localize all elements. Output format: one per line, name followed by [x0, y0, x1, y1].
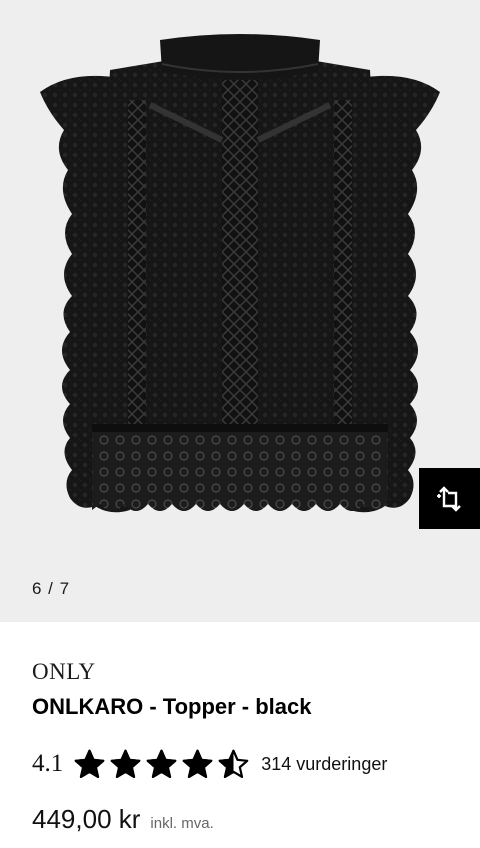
rating[interactable]: 4.1 314 vurderinger [32, 746, 448, 782]
star-icon [146, 749, 177, 778]
star-icon [110, 749, 141, 778]
compare-button[interactable] [419, 468, 480, 529]
rating-score: 4.1 [32, 750, 64, 777]
star-icon [182, 749, 213, 778]
vat-note: inkl. mva. [150, 815, 214, 832]
star-icon [218, 749, 249, 778]
image-counter: 6 / 7 [32, 579, 71, 598]
product-name: ONLKARO - Topper - black [32, 694, 312, 719]
product-image[interactable] [0, 0, 480, 622]
product-image-gallery[interactable]: 6 / 7 [0, 0, 480, 622]
price: 449,00 kr [32, 804, 141, 834]
price-row: 449,00 kr inkl. mva. [32, 804, 448, 835]
star-rating [73, 748, 253, 781]
compare-arrows-icon [436, 485, 461, 512]
brand-name[interactable]: ONLY [32, 658, 448, 686]
star-icon [74, 749, 105, 778]
product-info: ONLY ONLKARO - Topper - black 4.1 314 vu… [0, 658, 480, 835]
review-count[interactable]: 314 vurderinger [261, 754, 387, 775]
